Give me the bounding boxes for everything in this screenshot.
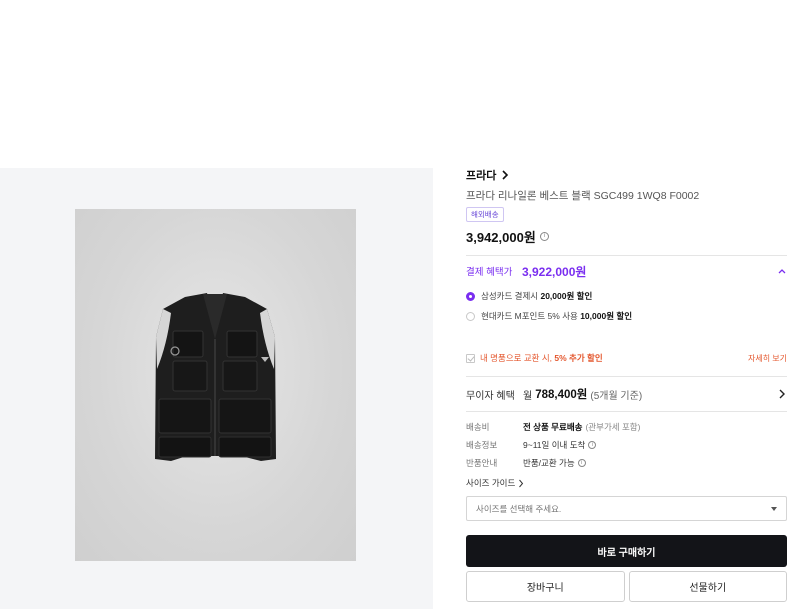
spec-value: 전 상품 무료배송 (관부가세 포함) — [523, 421, 640, 433]
spec-value-bold: 전 상품 무료배송 — [523, 422, 583, 432]
product-gallery — [0, 168, 433, 609]
gift-button[interactable]: 선물하기 — [628, 571, 787, 602]
benefit-option-text: 현대카드 M포인트 5% 사용 10,000원 할인 — [481, 310, 632, 322]
radio-selected[interactable] — [466, 291, 475, 301]
caret-down-icon — [771, 506, 777, 511]
product-title: 프라다 리나일론 베스트 블랙 SGC499 1WQ8 F0002 — [466, 190, 700, 202]
installment-amount: 788,400원 — [535, 389, 588, 401]
spec-value: 반품/교환 가능 i — [523, 457, 586, 469]
spec-key: 배송정보 — [466, 440, 498, 450]
trade-in-detail-link[interactable]: 자세히 보기 — [748, 353, 787, 364]
chevron-right-icon — [502, 170, 509, 180]
radio-unselected[interactable] — [466, 311, 475, 321]
spec-value-text: 반품/교환 가능 — [523, 458, 575, 468]
overseas-shipping-badge: 해외배송 — [466, 207, 504, 222]
spec-key: 배송비 — [466, 422, 490, 432]
brand-name[interactable]: 프라다 — [466, 167, 496, 183]
spec-value-note: (관부가세 포함) — [585, 422, 641, 432]
benefit-option-amount: 10,000원 할인 — [580, 311, 633, 321]
benefit-option-text: 삼성카드 결제시 20,000원 할인 — [481, 290, 592, 302]
checkbox-icon[interactable] — [466, 353, 475, 363]
trade-in-row: 내 명품으로 교환 시, 5% 추가 할인 자세히 보기 — [466, 340, 787, 376]
spec-shipping-fee: 배송비 전 상품 무료배송 (관부가세 포함) — [466, 418, 787, 436]
size-select-placeholder: 사이즈를 선택해 주세요. — [476, 503, 562, 514]
spec-key: 반품안내 — [466, 458, 498, 468]
benefit-option-prefix: 현대카드 M포인트 5% 사용 — [481, 311, 581, 321]
product-info-panel: 프라다 프라다 리나일론 베스트 블랙 SGC499 1WQ8 F0002 해외… — [466, 168, 787, 602]
product-image[interactable] — [75, 209, 356, 561]
secondary-actions: 장바구니 선물하기 — [466, 571, 787, 602]
info-icon[interactable]: i — [588, 441, 597, 449]
trade-in-discount: 5% 추가 할인 — [554, 353, 603, 363]
add-to-cart-button[interactable]: 장바구니 — [466, 571, 625, 602]
info-icon[interactable]: i — [577, 459, 586, 467]
benefit-option-hyundai[interactable]: 현대카드 M포인트 5% 사용 10,000원 할인 — [466, 306, 787, 326]
size-select[interactable]: 사이즈를 선택해 주세요. — [466, 496, 787, 521]
size-guide-label: 사이즈 가이드 — [466, 478, 516, 488]
spec-value: 9~11일 이내 도착 i — [523, 439, 597, 451]
size-guide-link[interactable]: 사이즈 가이드 — [466, 474, 787, 492]
chevron-up-icon[interactable] — [777, 266, 787, 276]
vest-illustration — [155, 293, 276, 461]
product-price: 3,942,000원 — [466, 229, 536, 245]
chevron-right-icon — [519, 479, 524, 487]
benefit-option-samsung[interactable]: 삼성카드 결제시 20,000원 할인 — [466, 286, 787, 306]
spec-delivery-info: 배송정보 9~11일 이내 도착 i — [466, 436, 787, 454]
price-row: 3,942,000원 i — [466, 228, 787, 245]
benefit-option-prefix: 삼성카드 결제시 — [481, 291, 541, 301]
installment-suffix: (5개월 기준) — [590, 390, 643, 402]
divider — [466, 411, 787, 412]
payment-benefit-toggle[interactable]: 결제 혜택가 3,922,000원 — [466, 256, 787, 286]
installment-prefix: 월 — [523, 390, 533, 402]
trade-in-prefix: 내 명품으로 교환 시, — [480, 353, 555, 363]
spec-return-info: 반품안내 반품/교환 가능 i — [466, 454, 787, 472]
installment-row[interactable]: 무이자 혜택 월 788,400원 (5개월 기준) — [466, 377, 787, 411]
brand-link[interactable]: 프라다 — [466, 168, 787, 182]
benefit-option-amount: 20,000원 할인 — [540, 291, 593, 301]
info-icon[interactable]: i — [539, 231, 549, 241]
benefit-price: 3,922,000원 — [522, 264, 587, 279]
chevron-right-icon — [779, 389, 785, 399]
benefit-label: 결제 혜택가 — [466, 267, 513, 278]
spec-value-text: 9~11일 이내 도착 — [523, 440, 586, 450]
trade-in-text: 내 명품으로 교환 시, 5% 추가 할인 — [480, 352, 603, 364]
installment-label: 무이자 혜택 — [466, 390, 515, 402]
buy-now-button[interactable]: 바로 구매하기 — [466, 535, 787, 567]
